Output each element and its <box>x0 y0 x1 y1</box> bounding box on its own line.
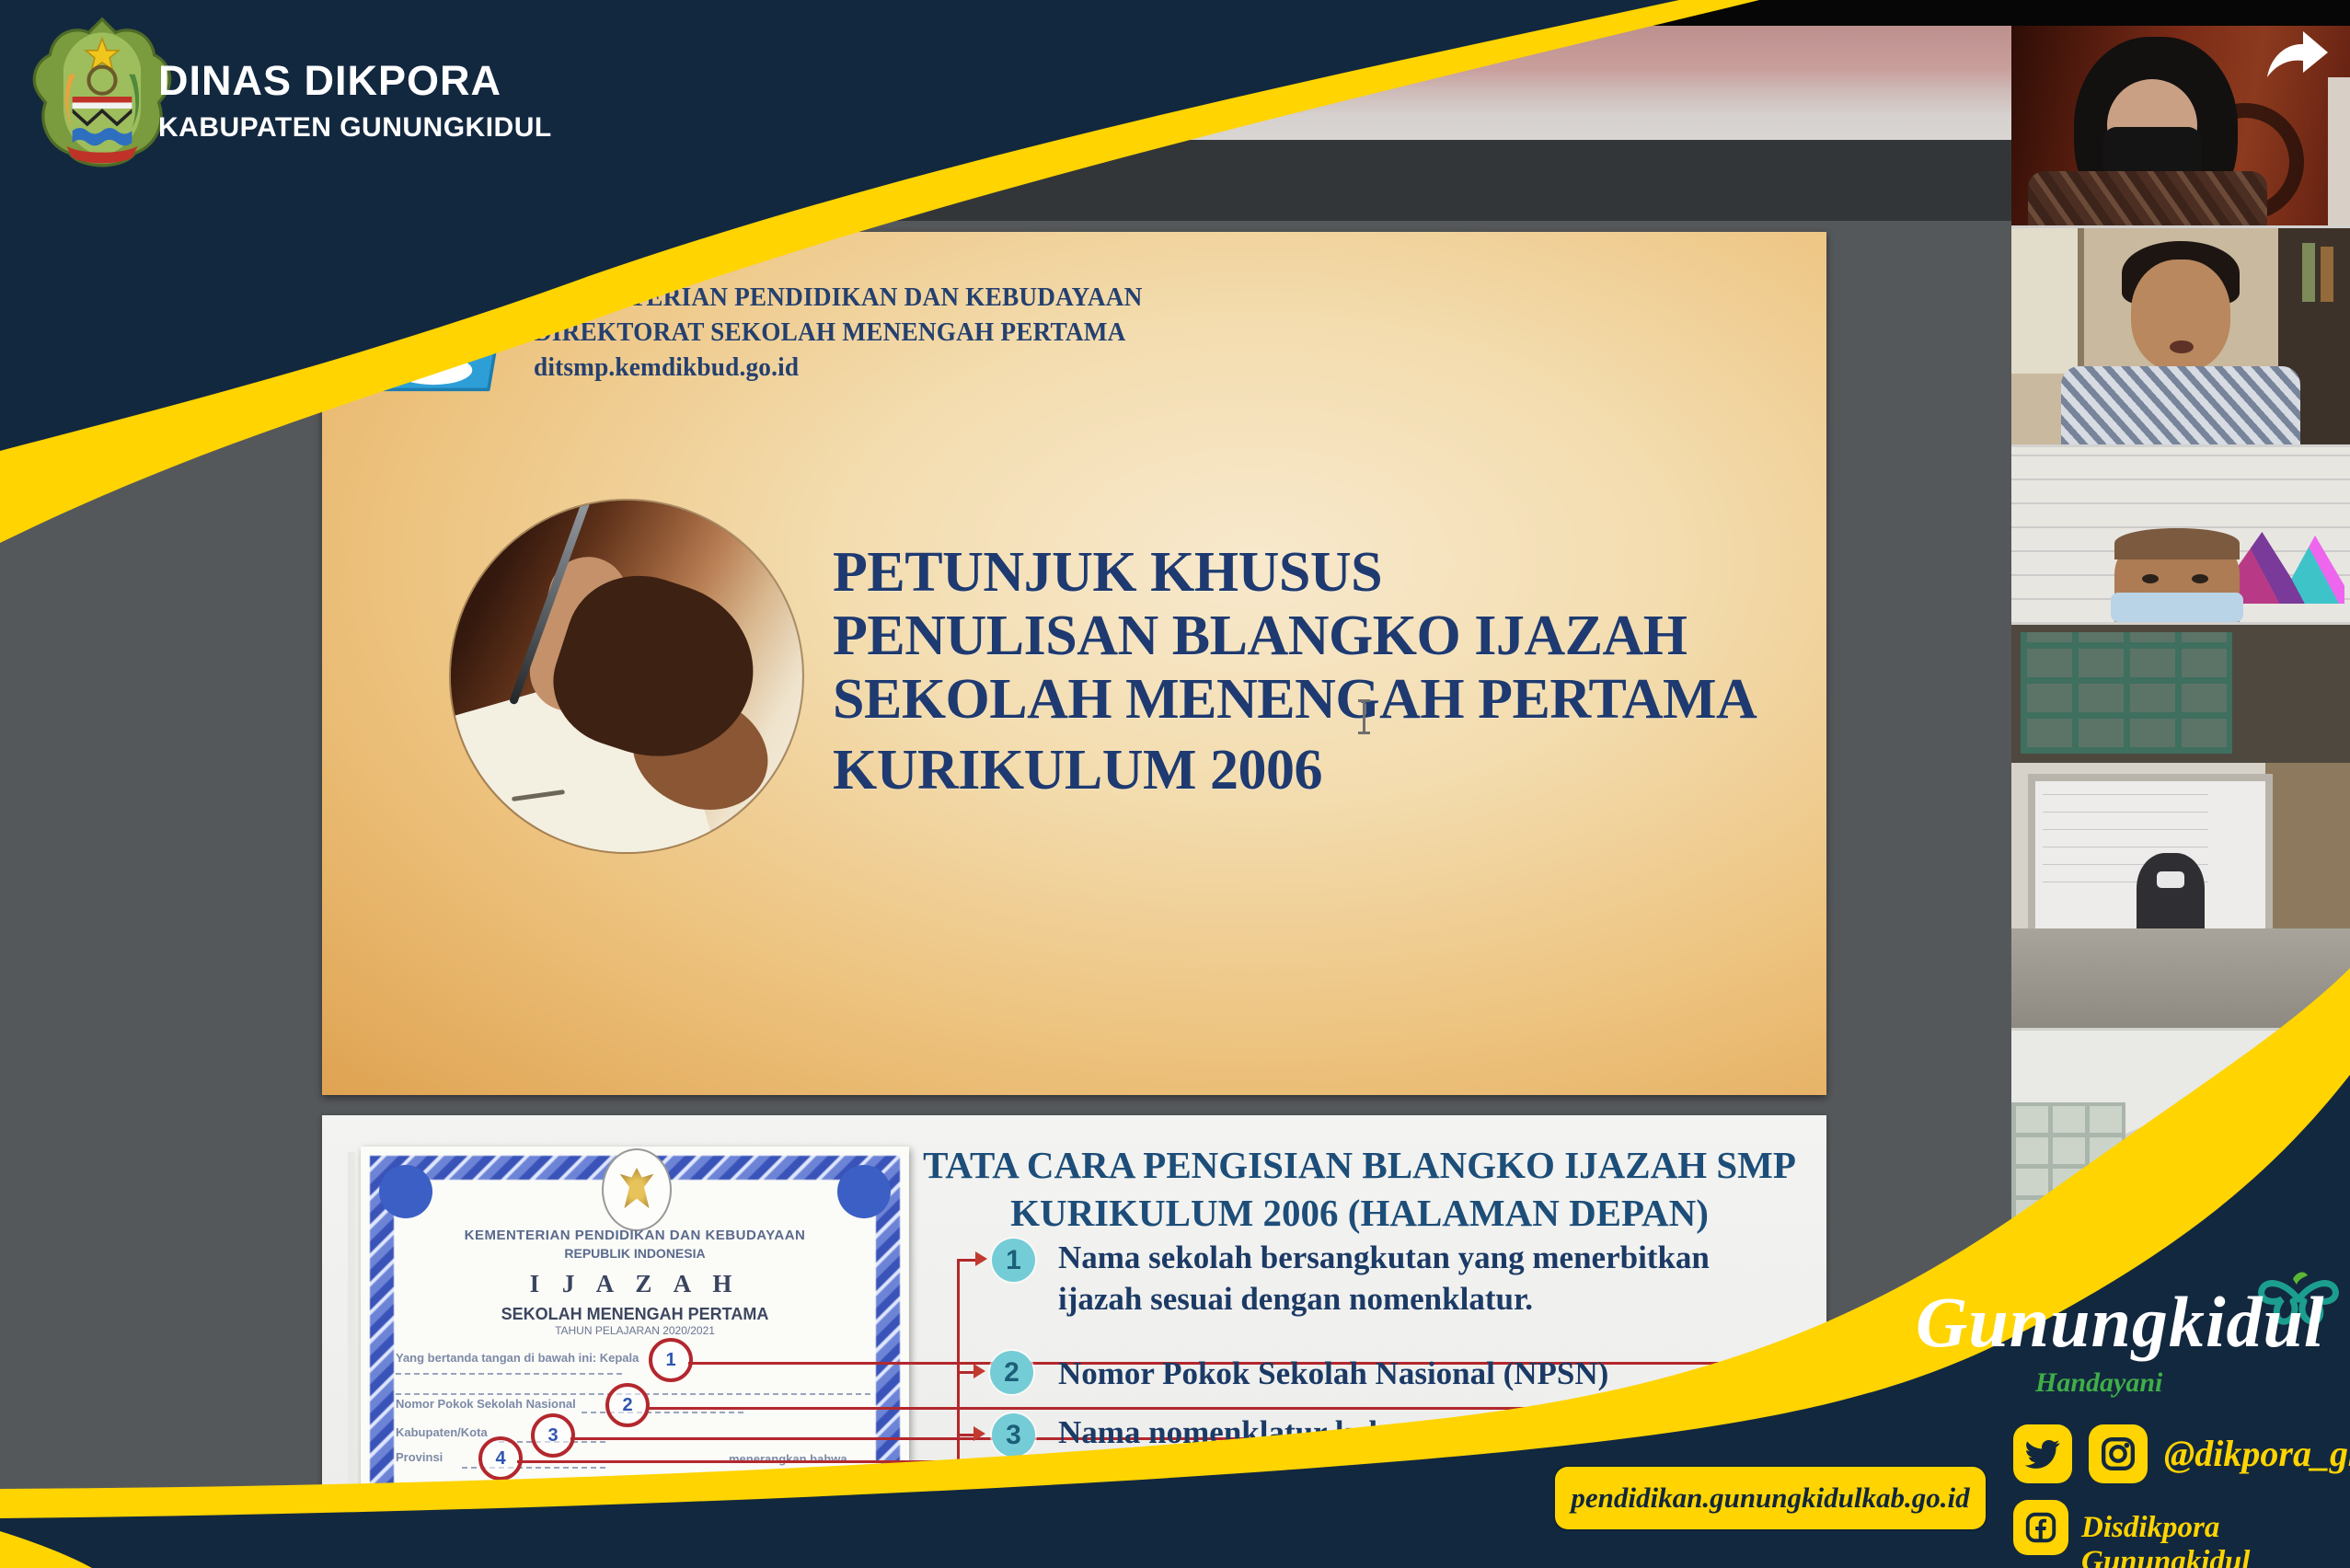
ministry-site: ditsmp.kemdikbud.go.id <box>534 350 1143 385</box>
annotation-line <box>646 1407 1824 1410</box>
footer-region-logo: Gunungkidul <box>1916 1281 2325 1364</box>
item-1-text: Nama sekolah bersangkutan yang menerbitk… <box>1058 1237 1826 1320</box>
facebook-icon[interactable] <box>2013 1500 2068 1555</box>
certificate-field3-label: Kabupaten/Kota <box>396 1425 488 1439</box>
certificate-mark-4: 4 <box>478 1436 523 1481</box>
agency-region: KABUPATEN GUNUNGKIDUL <box>158 112 552 144</box>
writing-hand-photo <box>451 501 802 852</box>
window-top-strip <box>0 0 2350 28</box>
ijazah-certificate-figure: KEMENTERIAN PENDIDIKAN DAN KEBUDAYAAN RE… <box>361 1147 909 1568</box>
annotation-stub <box>957 1434 975 1436</box>
face-mask <box>2111 593 2243 622</box>
item-1-badge: 1 <box>992 1239 1035 1282</box>
kemdikbud-logo-icon <box>352 248 514 414</box>
slide-title: PETUNJUK KHUSUS PENULISAN BLANGKO IJAZAH… <box>833 541 1757 802</box>
annotation-arrow <box>975 1251 987 1266</box>
slide-title-line1: PETUNJUK KHUSUS <box>833 541 1757 605</box>
instagram-icon[interactable] <box>2089 1424 2148 1483</box>
agency-name: DINAS DIKPORA <box>158 57 501 105</box>
pdf-page-12: KEMENTERIAN PENDIDIKAN DAN KEBUDAYAAN DI… <box>322 232 1826 1095</box>
participant-video-5[interactable] <box>2011 1028 2350 1231</box>
slide2-title: TATA CARA PENGISIAN BLANGKO IJAZAH SMP K… <box>893 1141 1826 1237</box>
item-3-badge: 3 <box>992 1413 1035 1457</box>
garuda-emblem-icon <box>602 1148 672 1231</box>
text-cursor <box>1363 699 1365 734</box>
face-mask <box>2157 871 2184 888</box>
annotation-line <box>517 1460 977 1463</box>
social-handle: @dikpora_gk <box>2164 1432 2350 1475</box>
certificate-header1: KEMENTERIAN PENDIDIKAN DAN KEBUDAYAAN <box>361 1228 909 1243</box>
window-grid <box>2021 632 2232 754</box>
twitter-icon[interactable] <box>2013 1424 2072 1483</box>
ministry-header: KEMENTERIAN PENDIDIKAN DAN KEBUDAYAAN DI… <box>534 280 1143 385</box>
screenshot-root: 12 / 55 − 100% + KEMENTERIAN PENDIDIKAN … <box>0 0 2350 1568</box>
certificate-mark-2: 2 <box>605 1383 650 1427</box>
share-arrow-icon[interactable] <box>2264 28 2332 81</box>
participant-video-3[interactable] <box>2011 444 2350 622</box>
certificate-mark-3: 3 <box>531 1413 575 1458</box>
annotation-arrow <box>973 1364 985 1378</box>
certificate-field2-label: Nomor Pokok Sekolah Nasional <box>396 1397 576 1411</box>
ministry-line1: KEMENTERIAN PENDIDIKAN DAN KEBUDAYAAN <box>534 280 1143 315</box>
facebook-page-name: Disdikpora Gunungkidul <box>2081 1511 2350 1568</box>
item-2-badge: 2 <box>990 1351 1033 1394</box>
certificate-field4-label: Provinsi <box>396 1450 443 1464</box>
slide2-title-line1: TATA CARA PENGISIAN BLANGKO IJAZAH SMP <box>893 1141 1826 1189</box>
ministry-line2: DIREKTORAT SEKOLAH MENENGAH PERTAMA <box>534 315 1143 350</box>
slide-title-line3: SEKOLAH MENENGAH PERTAMA <box>833 668 1757 732</box>
eyeglasses <box>2107 1205 2230 1214</box>
slide2-title-line2: KURIKULUM 2006 (HALAMAN DEPAN) <box>893 1189 1826 1237</box>
gunungkidul-crest-icon <box>28 15 177 179</box>
certificate-mark-1: 1 <box>649 1338 693 1382</box>
certificate-note: menerangkan bahwa <box>729 1452 847 1466</box>
website-url: pendidikan.gunungkidulkab.go.id <box>1571 1482 1969 1515</box>
participant-video-4[interactable] <box>2011 622 2350 1028</box>
participant-video-2[interactable] <box>2011 225 2350 444</box>
footer-tagline: Handayani <box>2035 1367 2162 1399</box>
slide-title-line2: PENULISAN BLANGKO IJAZAH <box>833 605 1757 668</box>
certificate-title: I J A Z A H <box>361 1270 909 1298</box>
annotation-stub <box>957 1371 975 1374</box>
annotation-rail <box>957 1261 960 1528</box>
website-badge: pendidikan.gunungkidulkab.go.id <box>1555 1467 1986 1529</box>
slide-title-line4: KURIKULUM 2006 <box>833 739 1757 802</box>
certificate-subtitle: SEKOLAH MENENGAH PERTAMA <box>361 1305 909 1324</box>
annotation-arrow <box>973 1426 985 1441</box>
pdf-toolbar: 12 / 55 − 100% + <box>0 140 2011 223</box>
item-2-text: Nomor Pokok Sekolah Nasional (NPSN) <box>1058 1353 1826 1394</box>
certificate-field1-label: Yang bertanda tangan di bawah ini: Kepal… <box>396 1351 639 1365</box>
certificate-header2: REPUBLIK INDONESIA <box>361 1246 909 1261</box>
annotation-stub <box>957 1259 977 1262</box>
certificate-year: TAHUN PELAJARAN 2020/2021 <box>361 1324 909 1337</box>
